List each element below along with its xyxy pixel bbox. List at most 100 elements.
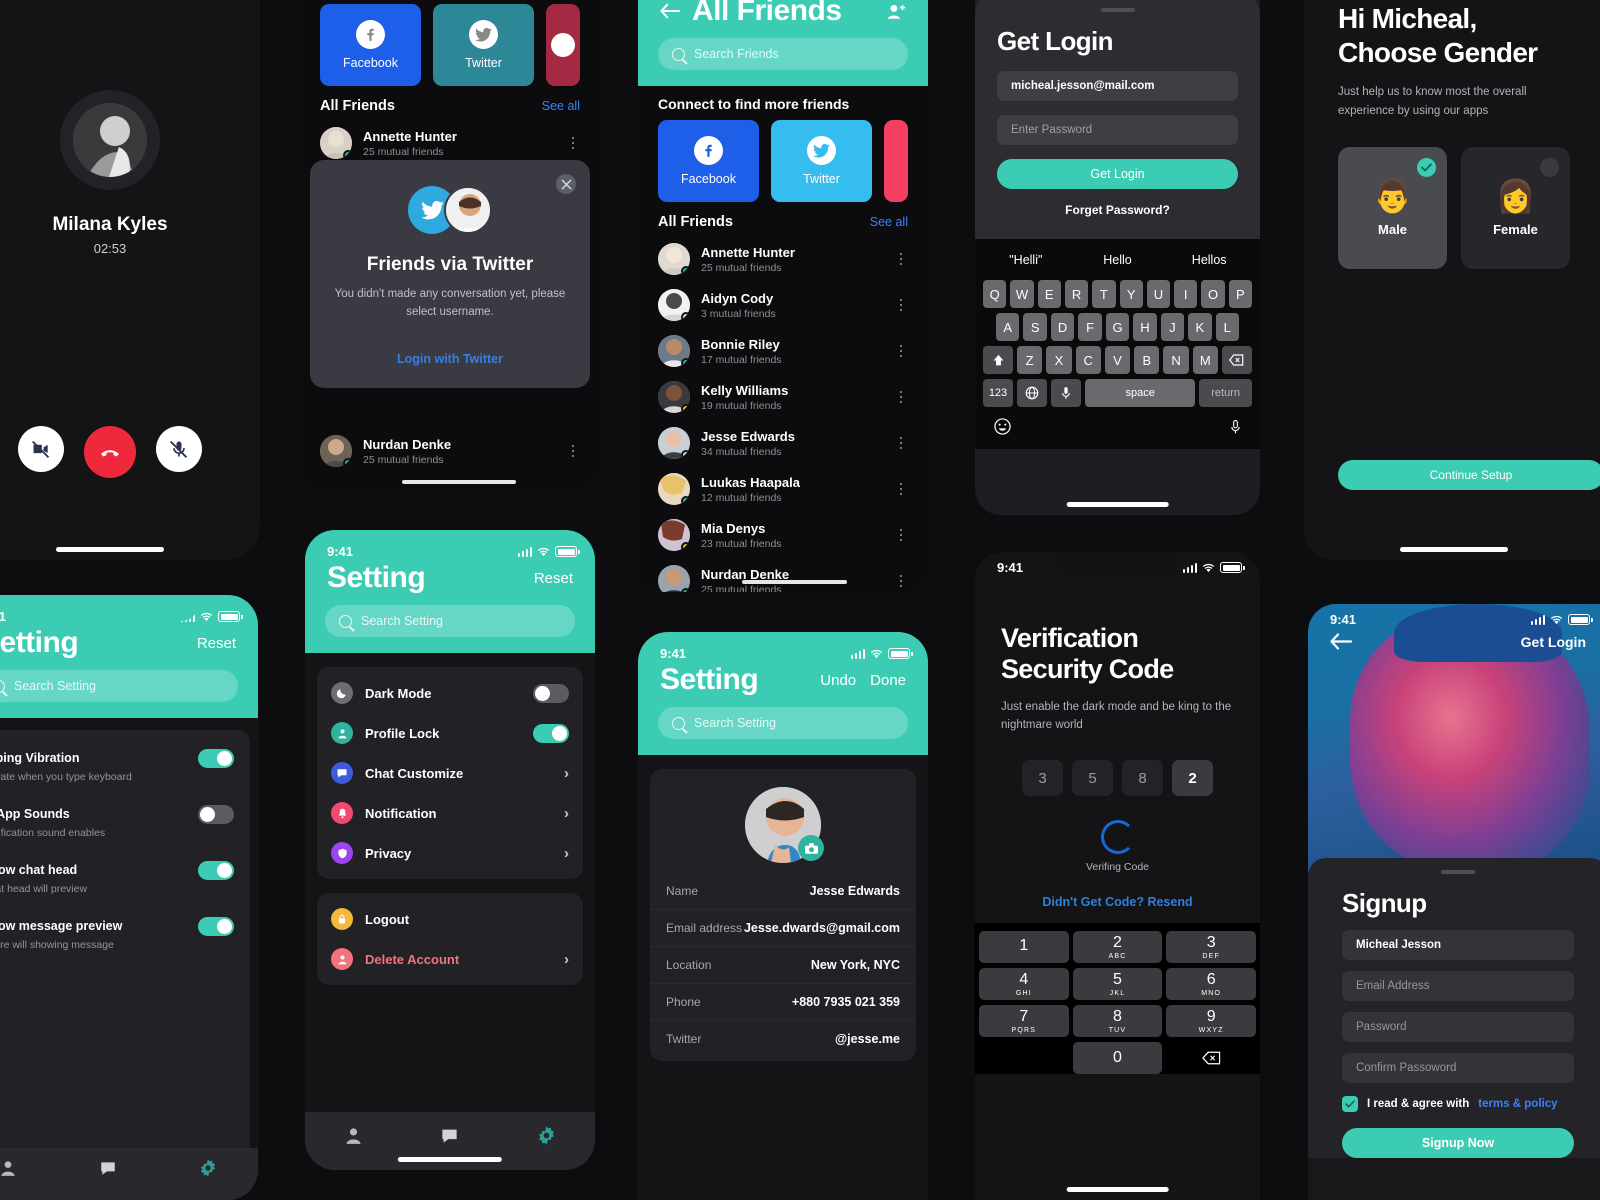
setting-row-in-app-sounds[interactable]: In App Sounds Notification sound enables [0, 794, 250, 850]
login-with-twitter-link[interactable]: Login with Twitter [334, 352, 566, 366]
numpad-key-0[interactable]: 0 [1072, 1042, 1163, 1075]
list-item[interactable]: Bonnie Riley 17 mutual friends [638, 328, 928, 374]
end-call-button[interactable] [84, 426, 136, 478]
key-w[interactable]: W [1010, 280, 1034, 308]
code-digit-3[interactable]: 2 [1172, 760, 1213, 797]
tab-profile[interactable] [0, 1159, 17, 1177]
list-item[interactable]: Kelly Williams 19 mutual friends [638, 374, 928, 420]
gender-option-female[interactable]: 👩 Female [1461, 147, 1570, 270]
numpad-key-5[interactable]: 5 JKL [1072, 968, 1163, 1001]
list-item[interactable]: Nurdan Denke 25 mutual friends [638, 558, 928, 592]
arrow-left-icon[interactable] [660, 3, 680, 19]
profile-field-twitter[interactable]: Twitter @jesse.me [650, 1021, 916, 1057]
email-field[interactable]: Email Address [1342, 971, 1574, 1001]
see-all-link[interactable]: See all [870, 215, 908, 229]
sheet-grabber[interactable] [1441, 870, 1475, 874]
numpad-key-2[interactable]: 2 ABC [1072, 931, 1163, 964]
setting-row-logout[interactable]: Logout [317, 899, 583, 939]
undo-button[interactable]: Undo [820, 672, 856, 689]
profile-field-location[interactable]: Location New York, NYC [650, 947, 916, 984]
more-options-icon[interactable] [566, 444, 580, 458]
list-item[interactable]: Nurdan Denke 25 mutual friends [300, 428, 600, 474]
numpad-key-7[interactable]: 7 PQRS [979, 1005, 1069, 1038]
list-item[interactable]: Aidyn Cody 3 mutual friends [638, 282, 928, 328]
backspace-icon[interactable] [1221, 346, 1252, 374]
key-m[interactable]: M [1192, 346, 1218, 374]
toggle-typing-vibration[interactable] [198, 749, 234, 768]
key-n[interactable]: N [1163, 346, 1189, 374]
password-field[interactable]: Password [1342, 1012, 1574, 1042]
list-item[interactable]: Annette Hunter 25 mutual friends [638, 236, 928, 282]
arrow-left-icon[interactable] [1330, 633, 1352, 650]
social-card-facebook[interactable]: Facebook [658, 120, 759, 202]
tab-settings[interactable] [199, 1159, 217, 1177]
list-item[interactable]: Jesse Edwards 34 mutual friends [638, 420, 928, 466]
key-p[interactable]: P [1228, 280, 1252, 308]
numpad-key-1[interactable]: 1 [979, 931, 1069, 964]
key-e[interactable]: E [1037, 280, 1061, 308]
numpad-key-6[interactable]: 6 MNO [1166, 968, 1257, 1001]
suggestion-0[interactable]: "Helli" [980, 253, 1072, 267]
toggle-profile-lock[interactable] [533, 723, 569, 743]
code-digit-0[interactable]: 3 [1022, 760, 1063, 797]
social-card-instagram[interactable] [884, 120, 908, 202]
forget-password-link[interactable]: Forget Password? [997, 203, 1238, 217]
search-input[interactable]: Search Setting [658, 707, 908, 739]
key-a[interactable]: A [996, 313, 1020, 341]
tab-chat[interactable] [99, 1159, 117, 1177]
setting-row-profile-lock[interactable]: Profile Lock [317, 713, 583, 753]
profile-field-phone[interactable]: Phone +880 7935 021 359 [650, 984, 916, 1021]
reset-button[interactable]: Reset [534, 570, 573, 587]
search-input[interactable]: Search Friends [658, 38, 908, 70]
list-item[interactable]: Luukas Haapala 12 mutual friends [638, 466, 928, 512]
numpad-backspace[interactable] [1166, 1042, 1256, 1074]
confirm-password-field[interactable]: Confirm Passoword [1342, 1053, 1574, 1083]
setting-row-delete-account[interactable]: Delete Account › [317, 939, 583, 979]
more-options-icon[interactable] [894, 252, 908, 266]
setting-row-show-chat-head[interactable]: Show chat head Chat head will preview [0, 850, 250, 906]
key-z[interactable]: Z [1017, 346, 1043, 374]
setting-row-notification[interactable]: Notification › [317, 793, 583, 833]
tab-chat[interactable] [440, 1126, 459, 1145]
profile-field-email[interactable]: Email address Jesse.dwards@gmail.com [650, 910, 916, 947]
key-k[interactable]: K [1188, 313, 1212, 341]
key-y[interactable]: Y [1119, 280, 1143, 308]
done-button[interactable]: Done [870, 672, 906, 689]
terms-checkbox[interactable] [1342, 1096, 1358, 1112]
see-all-link[interactable]: See all [542, 99, 580, 113]
key-c[interactable]: C [1075, 346, 1101, 374]
key-h[interactable]: H [1133, 313, 1157, 341]
reset-button[interactable]: Reset [197, 635, 236, 652]
key-j[interactable]: J [1160, 313, 1185, 341]
password-field[interactable]: Enter Password [997, 115, 1238, 145]
sheet-grabber[interactable] [1100, 8, 1135, 12]
video-off-button[interactable] [18, 426, 64, 472]
setting-row-typing-vibration[interactable]: Typing Vibration Vibrate when you type ke… [0, 738, 250, 794]
setting-row-show-message-preview[interactable]: Show message preview There will showing m… [0, 906, 250, 962]
tab-settings[interactable] [537, 1125, 556, 1145]
signup-now-button[interactable]: Signup Now [1342, 1128, 1574, 1158]
get-login-button[interactable]: Get Login [997, 159, 1238, 189]
social-card-instagram[interactable] [546, 4, 580, 86]
key-x[interactable]: X [1046, 346, 1072, 374]
mute-button[interactable] [156, 426, 202, 472]
toggle-dark-mode[interactable] [533, 683, 569, 703]
suggestion-1[interactable]: Hello [1072, 253, 1164, 267]
setting-row-chat-customize[interactable]: Chat Customize › [317, 753, 583, 793]
key-r[interactable]: R [1064, 280, 1089, 308]
get-login-link[interactable]: Get Login [1521, 634, 1586, 650]
return-key[interactable]: return [1199, 379, 1252, 407]
more-options-icon[interactable] [894, 482, 908, 496]
setting-row-privacy[interactable]: Privacy › [317, 833, 583, 873]
search-input[interactable]: Search Setting [0, 670, 238, 702]
key-s[interactable]: S [1023, 313, 1047, 341]
dictation-mic-icon[interactable] [1230, 419, 1241, 435]
key-f[interactable]: F [1078, 313, 1102, 341]
code-digit-1[interactable]: 5 [1072, 760, 1113, 797]
email-field[interactable]: micheal.jesson@mail.com [997, 71, 1238, 101]
social-card-twitter[interactable]: Twitter [771, 120, 872, 202]
name-field[interactable]: Micheal Jesson [1342, 930, 1574, 960]
more-options-icon[interactable] [566, 136, 580, 150]
scrollbar[interactable] [742, 580, 847, 584]
shift-icon[interactable] [983, 346, 1014, 374]
